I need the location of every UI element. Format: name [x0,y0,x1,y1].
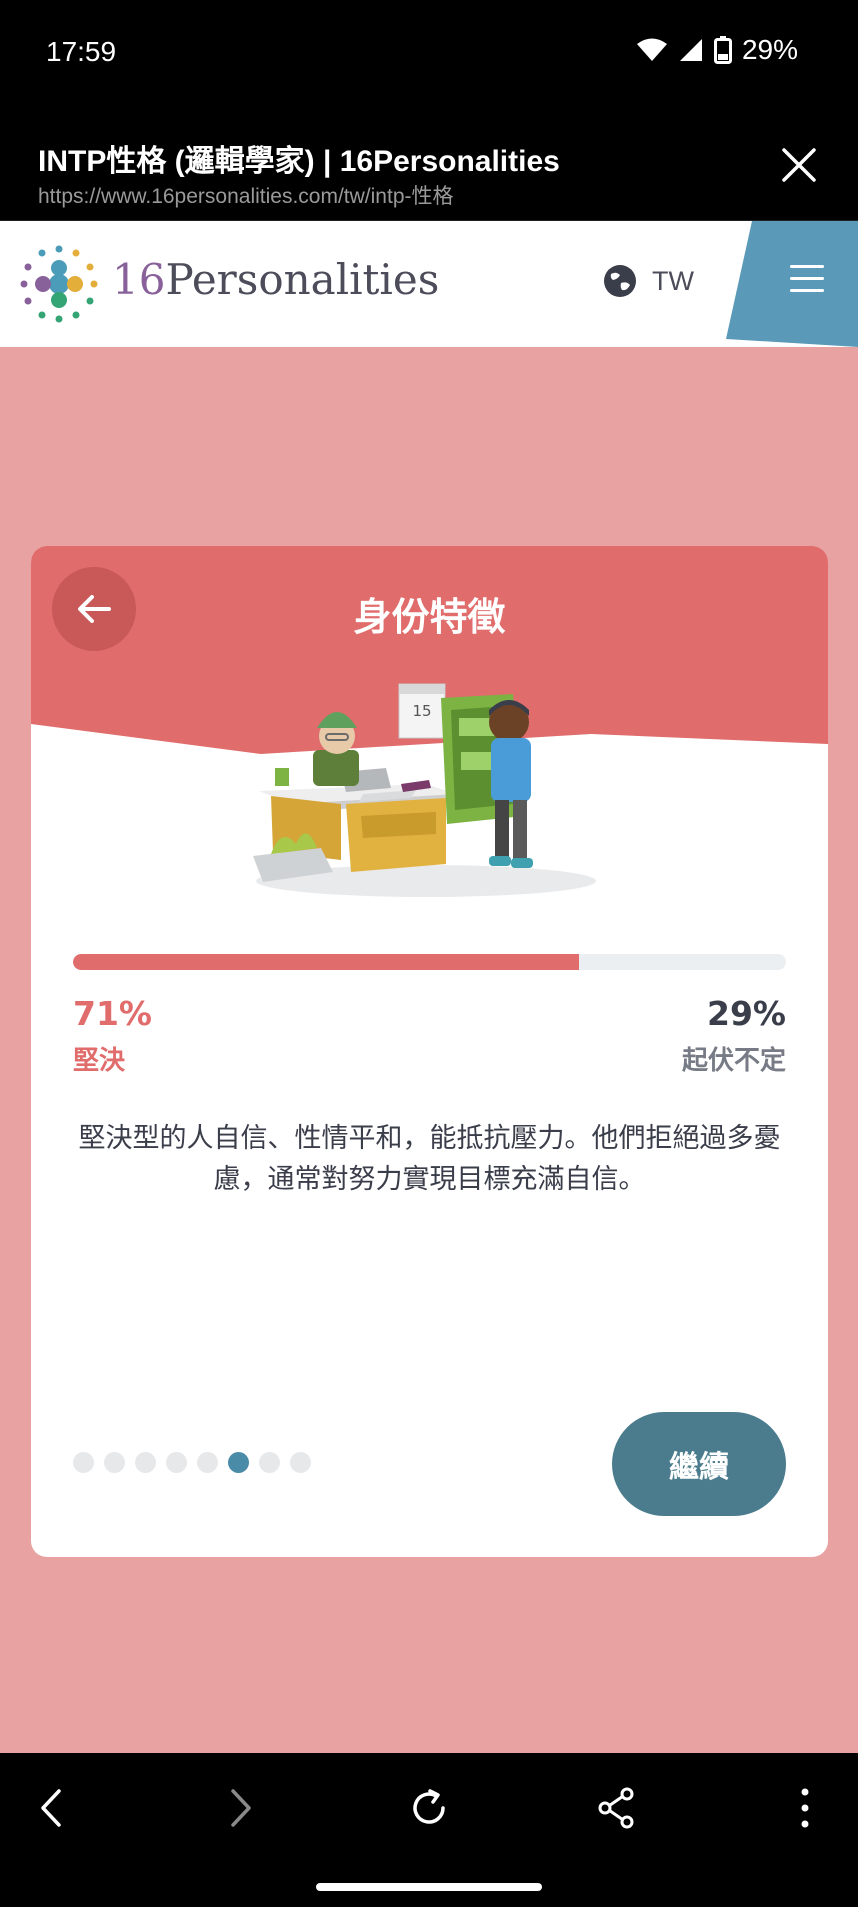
pagination-dot[interactable] [166,1452,187,1473]
language-switcher[interactable]: TW [602,263,694,299]
pagination-dot[interactable] [290,1452,311,1473]
page-title: INTP性格 (邏輯學家) | 16Personalities [38,145,560,178]
pagination-dot[interactable] [259,1452,280,1473]
language-label: TW [652,265,694,296]
site-header: 16Personalities TW [0,221,858,347]
reload-icon[interactable] [404,1783,454,1833]
assertive-label: 堅決 [73,1046,126,1076]
office-illustration: 15 [253,683,596,897]
status-icons: 29% [636,34,798,66]
custom-tab-toolbar: INTP性格 (邏輯學家) | 16Personalities https://… [0,110,858,222]
logo-wordmark[interactable]: 16Personalities [112,255,439,304]
status-bar: 17:59 29% [0,0,858,110]
assertive-percent: 71% [73,994,152,1033]
signal-icon [679,39,702,61]
pagination-dot-active[interactable] [228,1452,249,1473]
pagination-dot[interactable] [73,1452,94,1473]
wifi-icon [636,38,667,61]
trait-progress-bar [73,954,786,970]
hamburger-menu-icon[interactable] [790,265,824,295]
home-indicator[interactable] [316,1883,542,1891]
share-icon[interactable] [592,1783,642,1833]
continue-button[interactable]: 繼續 [612,1412,786,1516]
back-arrow-icon[interactable] [28,1783,78,1833]
more-options-icon[interactable] [780,1783,830,1833]
logo-word: Personalities [165,255,440,304]
pagination-dot[interactable] [104,1452,125,1473]
trait-card: 身份特徵 15 71% 堅決 29% 起伏不定 堅決型的人自信、性情平和，能抵抗… [31,546,828,1557]
trait-progress-fill [73,954,580,970]
svg-text:15: 15 [412,702,431,720]
forward-arrow-icon[interactable] [214,1783,264,1833]
card-title: 身份特徵 [353,595,506,639]
browser-bottom-bar [0,1753,858,1907]
globe-icon [604,265,636,297]
pagination-dot[interactable] [197,1452,218,1473]
pagination-dot[interactable] [135,1452,156,1473]
page-url[interactable]: https://www.16personalities.com/tw/intp-… [38,180,454,210]
turbulent-label: 起伏不定 [681,1046,786,1076]
status-time: 17:59 [46,36,117,67]
logo-icon[interactable] [18,243,100,325]
close-icon[interactable] [778,144,820,186]
pagination-dots [73,1452,311,1473]
logo-number: 16 [112,255,166,304]
trait-description: 堅決型的人自信、性情平和，能抵抗壓力。他們拒絕過多憂慮，通常對努力實現目標充滿自… [78,1123,781,1195]
battery-icon [713,36,732,64]
turbulent-percent: 29% [707,994,786,1033]
battery-percent: 29% [741,34,798,65]
